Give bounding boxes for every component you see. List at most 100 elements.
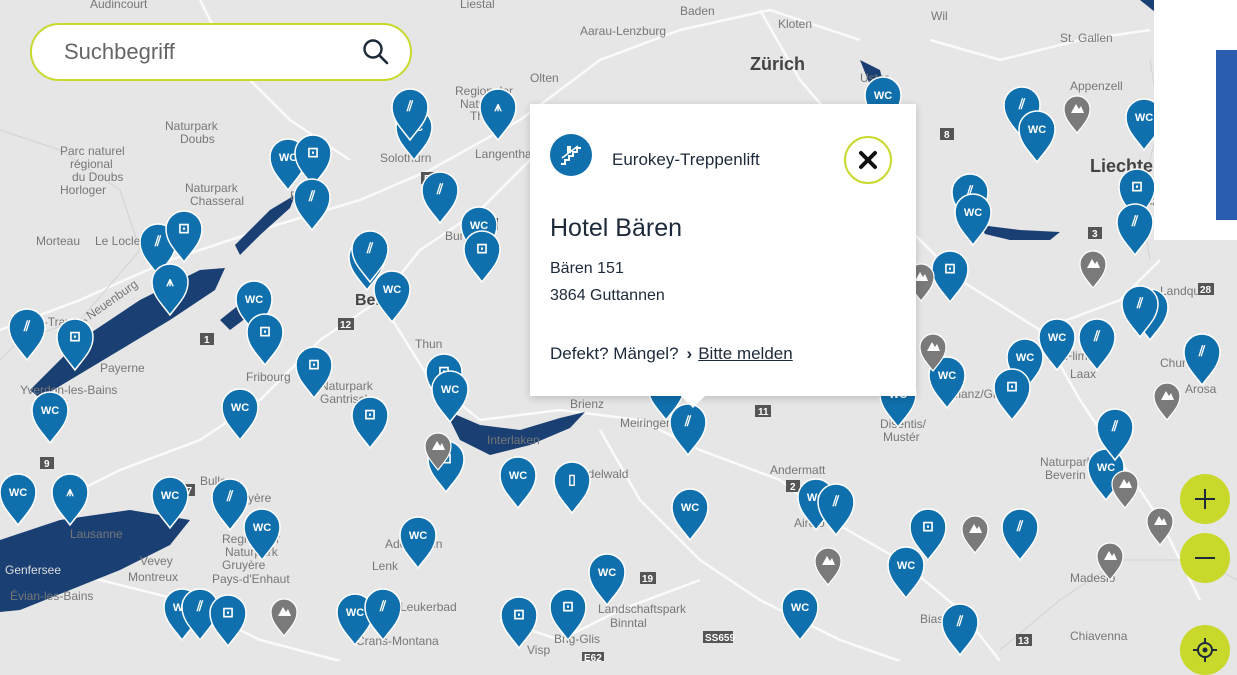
svg-text:WC: WC [409,530,427,542]
svg-text:Pays-d'Enhaut: Pays-d'Enhaut [212,572,290,586]
svg-text:Naturpark: Naturpark [320,379,374,393]
svg-text:⫽: ⫽ [1136,295,1144,311]
svg-text:⊡: ⊡ [1131,178,1143,194]
svg-text:⫽: ⫽ [436,181,444,197]
svg-text:WC: WC [1028,124,1046,136]
svg-text:Audincourt: Audincourt [90,0,148,11]
search-bar[interactable] [30,23,412,81]
svg-text:Olten: Olten [530,71,559,85]
svg-text:⩚: ⩚ [493,99,502,114]
zoom-out-button[interactable] [1180,533,1230,583]
svg-text:régional: régional [70,157,113,171]
svg-text:Horloger: Horloger [60,183,106,197]
svg-text:Brig-Glis: Brig-Glis [554,632,600,646]
svg-text:Interlaken: Interlaken [487,433,540,447]
search-button[interactable] [356,32,396,72]
crosshair-icon [1193,638,1217,662]
svg-text:Landschaftspark: Landschaftspark [598,602,687,616]
svg-text:⊡: ⊡ [562,598,574,614]
svg-text:⊡: ⊡ [476,240,488,256]
svg-text:WC: WC [470,220,488,232]
svg-text:⊡: ⊡ [307,144,319,160]
minus-icon [1195,557,1215,559]
svg-text:⫽: ⫽ [1018,96,1026,112]
svg-text:Chur: Chur [1160,356,1186,370]
svg-text:WC: WC [791,602,809,614]
popup-city: 3864 Guttannen [550,287,665,304]
svg-text:⊡: ⊡ [178,220,190,236]
svg-text:Vevey: Vevey [140,554,173,568]
svg-text:WC: WC [874,90,892,102]
svg-text:Wil: Wil [931,9,948,23]
svg-text:Chasseral: Chasseral [190,194,244,208]
svg-text:13: 13 [1018,636,1030,647]
defect-report-row: Defekt? Mängel? › Bitte melden [550,344,793,364]
svg-text:Payerne: Payerne [100,361,145,375]
search-icon [363,39,389,65]
svg-text:WC: WC [897,560,915,572]
svg-text:WC: WC [231,402,249,414]
svg-text:Binntal: Binntal [610,616,647,630]
svg-text:8: 8 [944,130,950,141]
svg-text:⫽: ⫽ [684,413,692,429]
svg-text:Aarau-Lenzburg: Aarau-Lenzburg [580,24,666,38]
svg-text:⊡: ⊡ [944,260,956,276]
svg-text:WC: WC [161,490,179,502]
svg-text:⫽: ⫽ [379,598,387,614]
popup-street: Bären 151 [550,260,624,277]
svg-text:WC: WC [346,607,364,619]
svg-text:Yverdon-les-Bains: Yverdon-les-Bains [20,383,117,397]
svg-text:Appenzell: Appenzell [1070,79,1123,93]
search-input[interactable] [62,38,356,66]
svg-text:WC: WC [1135,112,1153,124]
svg-text:⊡: ⊡ [259,323,271,339]
svg-text:Brienz: Brienz [570,397,604,411]
svg-text:2: 2 [790,482,796,493]
svg-text:12: 12 [340,320,352,331]
svg-text:⊡: ⊡ [364,406,376,422]
side-image-blue-panel [1216,50,1237,220]
svg-text:Visp: Visp [527,643,550,657]
svg-text:1: 1 [204,335,210,346]
chevron-right-icon: › [686,344,693,363]
close-button[interactable] [844,136,892,184]
svg-text:WC: WC [1097,462,1115,474]
locate-button[interactable] [1180,625,1230,675]
location-popup: Eurokey-Treppenlift Hotel Bären Bären 15… [530,104,916,408]
svg-text:Le Locle: Le Locle [95,234,141,248]
svg-text:Beverin: Beverin [1045,468,1086,482]
svg-text:Thun: Thun [415,337,442,351]
popup-category: Eurokey-Treppenlift [612,150,760,169]
svg-text:⊡: ⊡ [222,604,234,620]
svg-text:Fribourg: Fribourg [246,370,291,384]
svg-text:⫽: ⫽ [23,318,31,334]
svg-text:Zürich: Zürich [750,54,805,74]
svg-text:⫽: ⫽ [832,493,840,509]
svg-text:19: 19 [642,574,654,585]
svg-text:SS659: SS659 [705,633,735,644]
stairlift-icon [550,134,592,176]
svg-text:⫽: ⫽ [196,598,204,614]
zoom-in-button[interactable] [1180,474,1230,524]
svg-text:⩚: ⩚ [65,484,74,499]
svg-text:WC: WC [245,294,263,306]
svg-text:9: 9 [44,459,50,470]
svg-text:⊡: ⊡ [922,518,934,534]
svg-text:Solothurn: Solothurn [380,151,431,165]
svg-text:WC: WC [598,567,616,579]
svg-text:WC: WC [964,207,982,219]
svg-text:⩚: ⩚ [165,274,174,289]
svg-text:WC: WC [681,502,699,514]
svg-text:Andermatt: Andermatt [770,463,826,477]
svg-text:Liestal: Liestal [460,0,495,11]
svg-text:Baden: Baden [680,4,715,18]
side-image [1154,0,1237,240]
svg-text:St. Gallen: St. Gallen [1060,31,1113,45]
svg-text:⫽: ⫽ [406,98,414,114]
svg-text:Montreux: Montreux [128,570,178,584]
svg-text:⫽: ⫽ [1093,328,1101,344]
svg-text:Leukerbad: Leukerbad [400,600,457,614]
svg-text:⫽: ⫽ [366,240,374,256]
svg-text:WC: WC [441,384,459,396]
report-link[interactable]: Bitte melden [698,344,793,363]
